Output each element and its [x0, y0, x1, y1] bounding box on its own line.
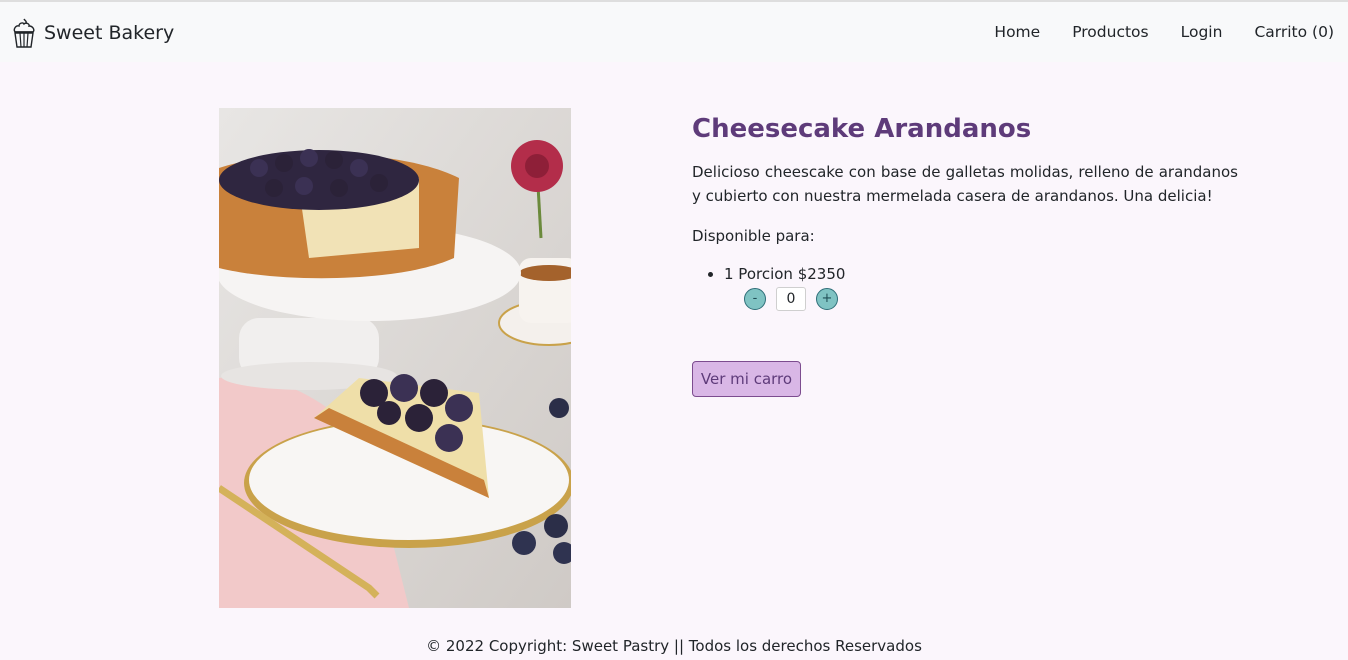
option-list: 1 Porcion $2350 - 0 +: [692, 262, 1238, 312]
decrement-button[interactable]: -: [744, 288, 766, 310]
brand-name: Sweet Bakery: [44, 22, 175, 44]
view-cart-button[interactable]: Ver mi carro: [692, 361, 801, 397]
product-details: Cheesecake Arandanos Delicioso cheescake…: [692, 108, 1238, 397]
availability-label: Disponible para:: [692, 227, 815, 245]
footer-copyright: © 2022 Copyright: Sweet Pastry || Todos …: [426, 637, 922, 655]
nav-cart[interactable]: Carrito (0): [1254, 23, 1334, 41]
increment-button[interactable]: +: [816, 288, 838, 310]
brand-link[interactable]: Sweet Bakery: [12, 15, 174, 51]
option-label: 1 Porcion $2350: [724, 265, 846, 283]
nav-productos[interactable]: Productos: [1072, 23, 1148, 41]
navbar: Sweet Bakery Home Productos Login Carrit…: [0, 2, 1348, 62]
nav-links: Home Productos Login Carrito (0): [994, 2, 1348, 62]
quantity-stepper: - 0 +: [744, 286, 1238, 312]
product-description: Delicioso cheescake con base de galletas…: [692, 163, 1238, 205]
cupcake-icon: [12, 17, 36, 49]
option-item: 1 Porcion $2350 - 0 +: [724, 262, 1238, 312]
product-title: Cheesecake Arandanos: [692, 114, 1032, 144]
nav-home[interactable]: Home: [994, 23, 1040, 41]
quantity-field[interactable]: 0: [776, 287, 806, 311]
product-image: [219, 108, 571, 608]
nav-login[interactable]: Login: [1181, 23, 1223, 41]
